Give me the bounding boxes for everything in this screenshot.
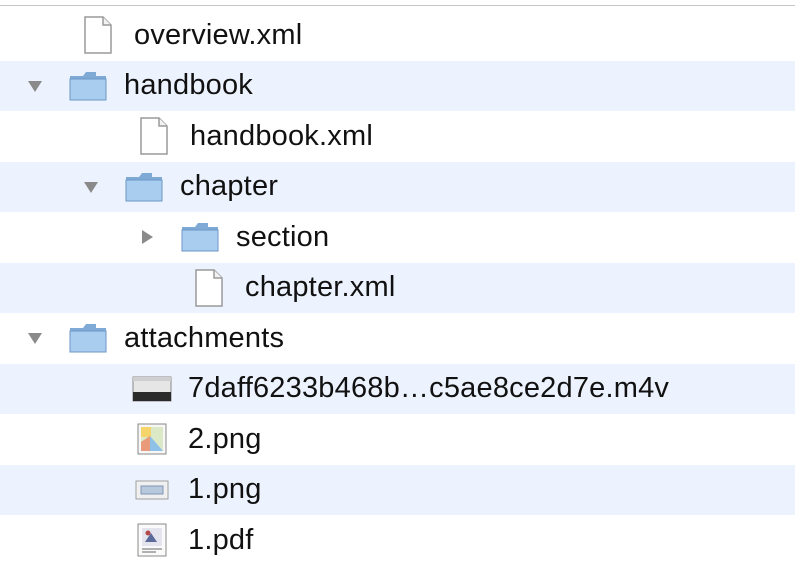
top-separator — [0, 5, 795, 6]
video-file-icon — [132, 369, 172, 409]
image-file-icon — [132, 419, 172, 459]
tree-row-2-png[interactable]: 2.png — [0, 414, 795, 465]
tree-row-handbook[interactable]: handbook — [0, 60, 795, 111]
tree-row-overview-xml[interactable]: overview.xml — [0, 10, 795, 61]
tree-item-label: chapter.xml — [245, 271, 396, 304]
tree-item-label: handbook — [124, 69, 253, 102]
tree-item-label: 2.png — [188, 422, 262, 455]
tree-row-section[interactable]: section — [0, 212, 795, 263]
tree-item-label: 7daff6233b468b…c5ae8ce2d7e.m4v — [188, 372, 670, 405]
image-file-icon — [132, 470, 172, 510]
pdf-file-icon — [132, 520, 172, 560]
disclosure-triangle-expanded-icon[interactable] — [24, 327, 46, 349]
tree-row-1-png[interactable]: 1.png — [0, 464, 795, 515]
tree-row-video-file[interactable]: 7daff6233b468b…c5ae8ce2d7e.m4v — [0, 363, 795, 414]
tree-item-label: chapter — [180, 170, 279, 203]
tree-row-handbook-xml[interactable]: handbook.xml — [0, 111, 795, 162]
tree-item-label: 1.pdf — [188, 523, 254, 556]
folder-icon — [180, 217, 220, 257]
disclosure-triangle-collapsed-icon[interactable] — [136, 226, 158, 248]
tree-row-chapter-xml[interactable]: chapter.xml — [0, 262, 795, 313]
tree-row-attachments[interactable]: attachments — [0, 313, 795, 364]
folder-icon — [68, 318, 108, 358]
tree-item-label: attachments — [124, 321, 285, 354]
folder-icon — [68, 66, 108, 106]
file-tree: overview.xml handbook handbook.xml chapt… — [0, 10, 795, 566]
tree-item-label: handbook.xml — [190, 119, 373, 152]
document-icon — [78, 15, 118, 55]
tree-item-label: section — [236, 220, 330, 253]
disclosure-triangle-expanded-icon[interactable] — [80, 176, 102, 198]
tree-row-chapter[interactable]: chapter — [0, 161, 795, 212]
tree-row-1-pdf[interactable]: 1.pdf — [0, 515, 795, 566]
folder-icon — [124, 167, 164, 207]
document-icon — [134, 116, 174, 156]
tree-item-label: overview.xml — [134, 18, 303, 51]
tree-item-label: 1.png — [188, 473, 262, 506]
disclosure-triangle-expanded-icon[interactable] — [24, 75, 46, 97]
document-icon — [189, 268, 229, 308]
